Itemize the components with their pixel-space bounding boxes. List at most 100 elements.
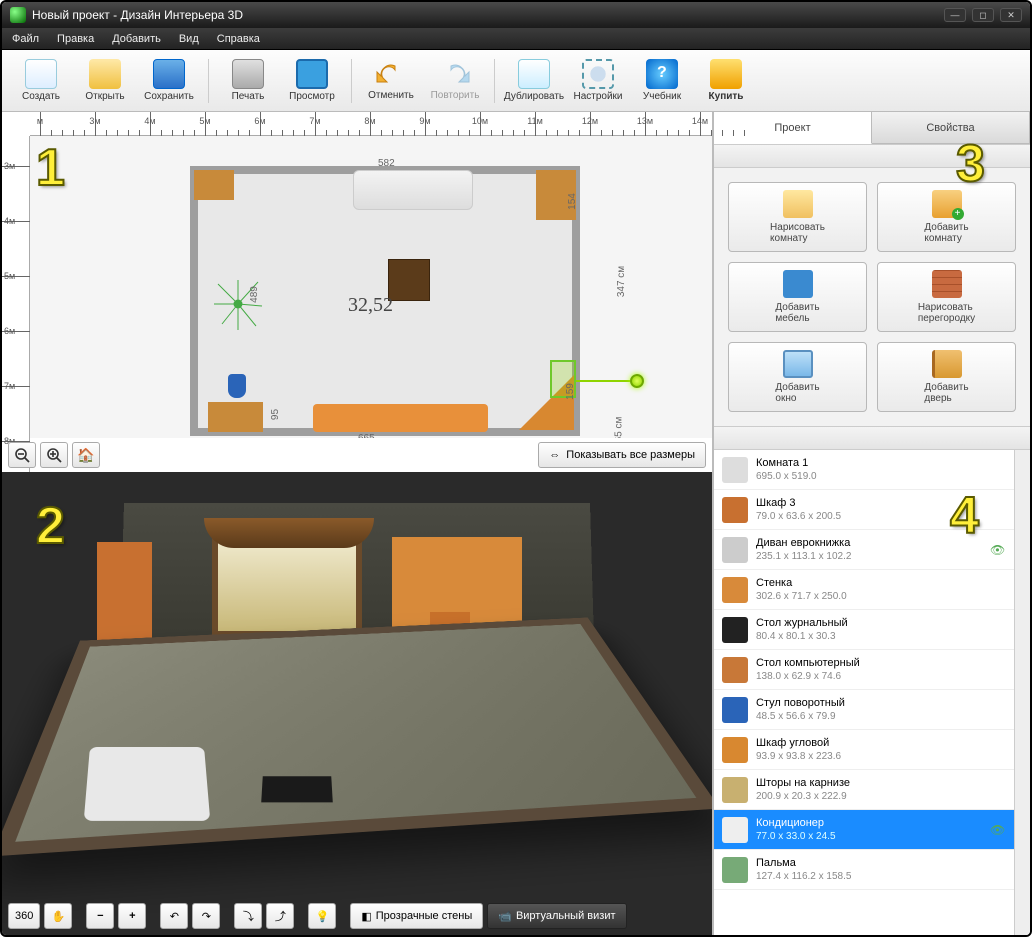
visibility-eye-icon[interactable]: 👁 [990,823,1006,837]
save-button[interactable]: Сохранить [138,53,200,109]
list-item[interactable]: Стенка302.6 x 71.7 x 250.0 [714,570,1014,610]
panel-header-actions [714,144,1030,168]
room-outline[interactable]: 32,52 582 489 665 95 [190,166,580,436]
rotate-right-button[interactable]: ↷ [192,903,220,929]
monitor-icon [296,59,328,89]
door-icon [932,350,962,378]
room-area-label: 32,52 [348,294,393,317]
list-item[interactable]: Диван еврокнижка235.1 x 113.1 x 102.2👁 [714,530,1014,570]
duplicate-button[interactable]: Дублировать [503,53,565,109]
preview-button[interactable]: Просмотр [281,53,343,109]
print-button[interactable]: Печать [217,53,279,109]
zoom-in-3d-button[interactable]: + [118,903,146,929]
show-all-dims-button[interactable]: ⇔ Показывать все размеры [538,442,706,468]
create-button[interactable]: Создать [10,53,72,109]
menu-file[interactable]: Файл [12,33,39,45]
guide-button[interactable]: Учебник [631,53,693,109]
titlebar: Новый проект - Дизайн Интерьера 3D — ◻ ✕ [2,2,1030,28]
list-item[interactable]: Пальма127.4 x 116.2 x 158.5 [714,850,1014,890]
redo-icon [439,60,471,90]
desk-shape[interactable] [208,402,263,432]
plan-2d-canvas[interactable]: м3м4м5м6м7м8м9м10м11м12м13м14м 3м4м5м6м7… [2,112,712,472]
object-icon [722,737,748,763]
sofa-shape[interactable] [313,404,488,432]
printer-icon [232,59,264,89]
vertical-ruler: 3м4м5м6м7м8м [2,136,30,472]
move-handle[interactable] [630,374,644,388]
visibility-eye-icon[interactable]: 👁 [990,543,1006,557]
lighting-button[interactable]: 💡 [308,903,336,929]
virtual-visit-button[interactable]: 📹 Виртуальный визит [487,903,626,929]
action-panel: Нарисоватькомнату Добавитькомнату Добави… [714,168,1030,426]
draw-partition-button[interactable]: Нарисоватьперегородку [877,262,1016,332]
zoom-out-3d-button[interactable]: − [86,903,114,929]
add-room-button[interactable]: Добавитькомнату [877,182,1016,252]
open-button[interactable]: Открыть [74,53,136,109]
chair-shape[interactable] [228,374,246,398]
bed-shape[interactable] [353,170,473,210]
pan-button[interactable]: ✋ [44,903,72,929]
scrollbar[interactable] [1014,450,1030,935]
tab-properties[interactable]: Свойства [872,112,1030,143]
undo-icon [375,60,407,90]
rotate-360-button[interactable]: 360 [8,903,40,929]
buy-button[interactable]: Купить [695,53,757,109]
object-icon [722,577,748,603]
minimize-button[interactable]: — [944,8,966,22]
list-item[interactable]: Кондиционер77.0 x 33.0 x 24.5👁 [714,810,1014,850]
redo-button[interactable]: Повторить [424,53,486,109]
transparent-walls-button[interactable]: ◧ Прозрачные стены [350,903,483,929]
rotate-left-button[interactable]: ↶ [160,903,188,929]
draw-room-button[interactable]: Нарисоватькомнату [728,182,867,252]
window-title: Новый проект - Дизайн Интерьера 3D [32,8,243,22]
add-room-icon [932,190,962,218]
floorplan-viewport[interactable]: 32,52 582 489 665 95 347 см 154 159 65 с… [30,136,712,438]
object-icon [722,857,748,883]
object-list[interactable]: Комната 1695.0 x 519.0Шкаф 379.0 x 63.6 … [714,450,1014,935]
menu-edit[interactable]: Правка [57,33,94,45]
menu-add[interactable]: Добавить [112,33,161,45]
object-icon [722,817,748,843]
gear-icon [582,59,614,89]
panel-header-objects [714,426,1030,450]
list-item[interactable]: Стул поворотный48.5 x 56.6 x 79.9 [714,690,1014,730]
list-item[interactable]: Стол журнальный80.4 x 80.1 x 30.3 [714,610,1014,650]
menubar: Файл Правка Добавить Вид Справка [2,28,1030,50]
tilt-down-button[interactable]: ⤵ [234,903,262,929]
tab-project[interactable]: Проект [714,112,872,144]
horizontal-ruler: м3м4м5м6м7м8м9м10м11м12м13м14м [30,112,712,136]
main-toolbar: Создать Открыть Сохранить Печать Просмот… [2,50,1030,112]
undo-button[interactable]: Отменить [360,53,422,109]
new-icon [25,59,57,89]
armchair-icon [783,270,813,298]
tilt-up-button[interactable]: ⤴ [266,903,294,929]
disk-icon [153,59,185,89]
menu-help[interactable]: Справка [217,33,260,45]
add-door-button[interactable]: Добавитьдверь [877,342,1016,412]
app-icon [10,7,26,23]
home-button[interactable]: 🏠 [72,442,100,468]
settings-button[interactable]: Настройки [567,53,629,109]
zoom-in-button[interactable] [40,442,68,468]
zoom-out-button[interactable] [8,442,36,468]
dims-icon: ⇔ [549,449,560,461]
list-item[interactable]: Комната 1695.0 x 519.0 [714,450,1014,490]
list-item[interactable]: Шкаф угловой93.9 x 93.8 x 223.6 [714,730,1014,770]
object-icon [722,657,748,683]
add-window-button[interactable]: Добавитьокно [728,342,867,412]
curtain-3d [204,518,374,548]
menu-view[interactable]: Вид [179,33,199,45]
table-shape[interactable] [388,259,430,301]
list-item[interactable]: Шкаф 379.0 x 63.6 x 200.5 [714,490,1014,530]
view-3d-canvas[interactable]: 360 ✋ − + ↶ ↷ ⤵ ⤴ 💡 ◧ Прозрачные стены 📹… [2,472,712,935]
maximize-button[interactable]: ◻ [972,8,994,22]
sofa-3d [84,747,211,821]
close-button[interactable]: ✕ [1000,8,1022,22]
furniture-item[interactable] [194,170,234,200]
handle-connector [576,380,630,382]
list-item[interactable]: Шторы на карнизе200.9 x 20.3 x 222.9 [714,770,1014,810]
plant-shape[interactable] [208,274,268,334]
add-furniture-button[interactable]: Добавитьмебель [728,262,867,332]
list-item[interactable]: Стол компьютерный138.0 x 62.9 x 74.6 [714,650,1014,690]
object-icon [722,617,748,643]
